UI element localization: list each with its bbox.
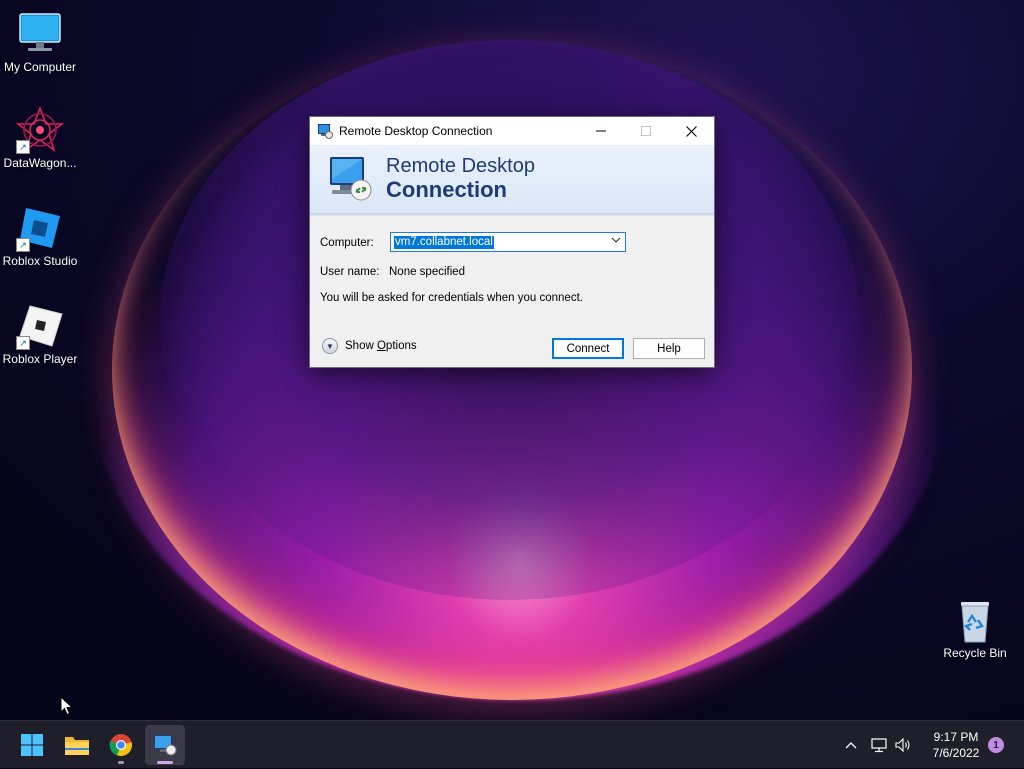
clock-time: 9:17 PM <box>933 730 979 744</box>
clock-date: 7/6/2022 <box>932 746 980 760</box>
taskbar-chrome[interactable] <box>101 725 141 765</box>
shortcut-arrow-icon: ↗ <box>16 140 30 154</box>
rdc-taskbar-icon <box>154 735 177 756</box>
maximize-icon <box>641 126 651 136</box>
show-options-toggle[interactable]: ▼ Show Options <box>322 338 417 354</box>
running-indicator <box>157 761 173 764</box>
volume-icon <box>895 737 910 753</box>
taskbar: 9:17 PM 7/6/2022 1 <box>0 720 1024 768</box>
desktop-icon-label: DataWagon... <box>3 156 77 170</box>
maximize-button <box>623 117 669 145</box>
monitor-icon <box>16 10 64 58</box>
show-options-label[interactable]: Show Options <box>345 340 417 352</box>
chevron-down-icon[interactable] <box>611 235 621 248</box>
desktop-icon-label: My Computer <box>3 60 77 74</box>
running-indicator <box>118 761 124 764</box>
desktop-icon-my-computer[interactable]: My Computer <box>0 10 80 74</box>
title-bar[interactable]: Remote Desktop Connection <box>310 117 714 145</box>
expand-arrow-icon[interactable]: ▼ <box>322 338 338 354</box>
desktop-icon-label: Roblox Player <box>2 352 78 366</box>
folder-icon <box>65 737 89 755</box>
desktop-icon-label: Roblox Studio <box>2 254 78 268</box>
recycle-bin-icon <box>951 596 999 644</box>
computer-combobox[interactable]: vm7.collabnet.local <box>390 232 626 252</box>
rdc-banner-icon <box>330 157 372 201</box>
connection-form: Computer: vm7.collabnet.local User name:… <box>310 217 714 367</box>
volume-icon-button[interactable] <box>892 721 914 769</box>
network-icon-button[interactable] <box>868 721 890 769</box>
minimize-icon <box>596 130 606 132</box>
taskbar-clock[interactable]: 9:17 PM 7/6/2022 <box>918 729 994 761</box>
computer-value[interactable]: vm7.collabnet.local <box>394 236 494 249</box>
roblox-studio-icon: ↗ <box>16 204 64 252</box>
banner-title-line2: Connection <box>386 177 507 202</box>
rdc-app-icon <box>318 124 333 139</box>
mouse-cursor-icon <box>60 696 74 716</box>
desktop-icon-roblox-studio[interactable]: ↗ Roblox Studio <box>0 204 80 268</box>
desktop-icon-label: Recycle Bin <box>943 646 1007 660</box>
minimize-button[interactable] <box>578 117 624 145</box>
datawagon-icon: ↗ <box>15 105 65 154</box>
shortcut-arrow-icon: ↗ <box>16 238 30 252</box>
shortcut-arrow-icon: ↗ <box>16 336 30 350</box>
network-icon <box>871 738 887 753</box>
chrome-icon <box>109 734 132 757</box>
credentials-info-text: You will be asked for credentials when y… <box>320 292 583 304</box>
taskbar-file-explorer[interactable] <box>57 725 97 765</box>
windows-logo-icon <box>21 734 43 756</box>
show-hidden-icons-button[interactable] <box>840 721 862 769</box>
banner-title-line1: Remote Desktop <box>386 155 535 177</box>
desktop-icon-recycle-bin[interactable]: Recycle Bin <box>935 596 1015 660</box>
remote-desktop-window[interactable]: Remote Desktop Connection Remote Desktop… <box>309 116 715 368</box>
close-button[interactable] <box>668 117 714 145</box>
rdc-banner: Remote Desktop Connection <box>310 145 714 214</box>
desktop-icon-roblox-player[interactable]: ↗ Roblox Player <box>0 302 80 366</box>
notification-badge[interactable]: 1 <box>988 737 1004 753</box>
chevron-up-icon <box>845 742 857 749</box>
close-icon <box>685 125 697 137</box>
taskbar-remote-desktop[interactable] <box>145 725 185 765</box>
window-title: Remote Desktop Connection <box>339 124 493 138</box>
start-button[interactable] <box>12 725 52 765</box>
roblox-player-icon: ↗ <box>16 302 64 350</box>
desktop-icon-datawagon[interactable]: ↗ DataWagon... <box>0 105 80 170</box>
computer-label: Computer: <box>320 237 374 249</box>
connect-button[interactable]: Connect <box>552 338 624 359</box>
username-label: User name: <box>320 266 380 278</box>
help-button[interactable]: Help <box>633 338 705 359</box>
username-value: None specified <box>389 266 466 278</box>
